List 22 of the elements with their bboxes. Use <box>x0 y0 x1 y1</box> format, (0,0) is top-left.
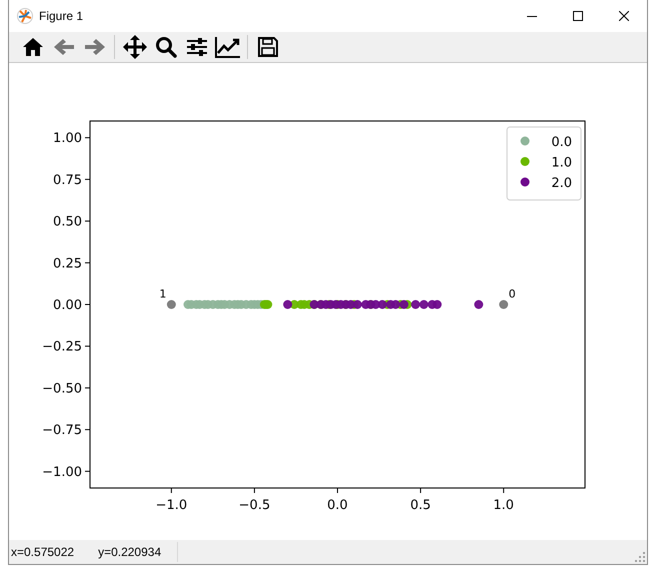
window-title: Figure 1 <box>39 9 84 23</box>
annotation-label: 0 <box>508 288 516 301</box>
tick-label: −1.0 <box>156 498 188 514</box>
tick-label: −0.5 <box>238 498 270 514</box>
tick-label: 0.00 <box>53 298 82 314</box>
tick-label: −0.75 <box>42 424 82 439</box>
tick-label: 1.00 <box>53 132 82 147</box>
tick-label: −0.25 <box>42 340 82 356</box>
x-coordinate: x=0.575022 <box>11 545 74 560</box>
tick-label: −0.50 <box>42 382 82 397</box>
tick-label: 0.50 <box>53 215 82 230</box>
annotation-label: 1 <box>159 288 166 301</box>
tick-label: 0.25 <box>53 256 82 272</box>
tick-label: 0.0 <box>327 498 348 514</box>
legend-label: 2.0 <box>551 176 572 192</box>
legend-label: 1.0 <box>551 156 572 171</box>
tick-label: 0.5 <box>410 498 431 514</box>
legend-label: 0.0 <box>551 135 572 150</box>
y-coordinate: y=0.220934 <box>98 545 162 560</box>
tick-label: 1.0 <box>493 498 514 514</box>
tick-label: −1.00 <box>42 465 82 480</box>
tick-label: 0.75 <box>53 173 82 188</box>
